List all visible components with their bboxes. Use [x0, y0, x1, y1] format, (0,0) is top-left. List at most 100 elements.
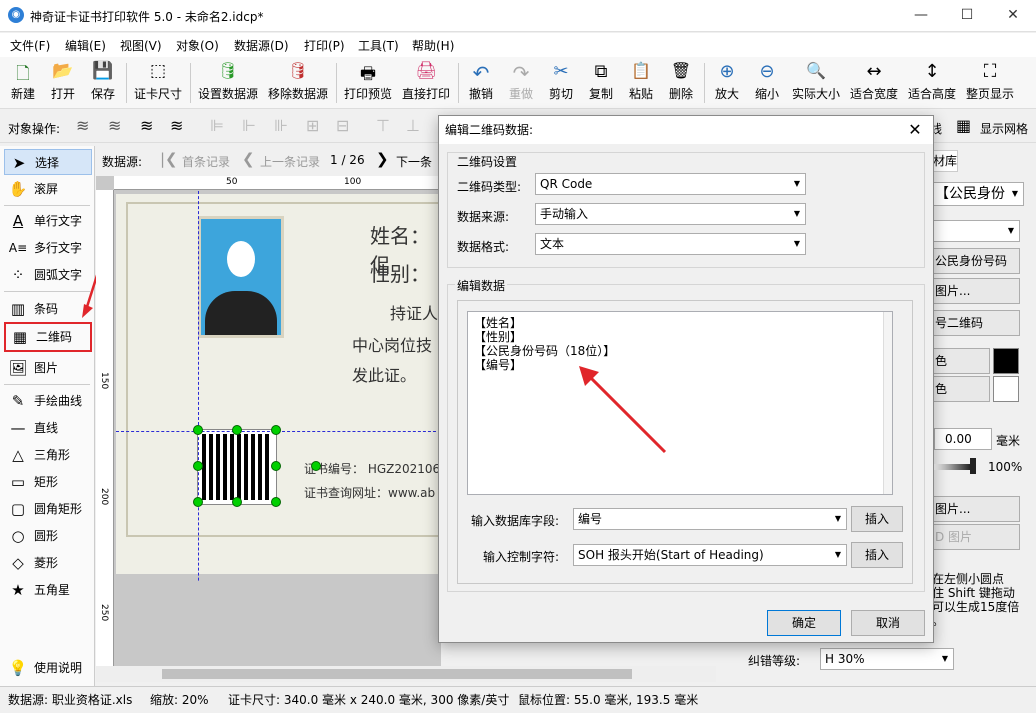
horizontal-scrollbar[interactable]: [96, 666, 716, 682]
layer-up-icon[interactable]: ≋: [76, 116, 89, 135]
help-button[interactable]: 💡 使用说明: [4, 655, 92, 681]
tool-single-line-text[interactable]: A 单行文字: [4, 208, 92, 234]
resize-handle[interactable]: [271, 497, 281, 507]
cert-body-line2[interactable]: 发此证。: [352, 362, 416, 386]
tool-freehand[interactable]: ✎ 手绘曲线: [4, 388, 92, 414]
undo-button[interactable]: ↶ 撤销: [466, 61, 496, 102]
grid-icon[interactable]: ▦: [956, 116, 971, 135]
insert-control-char-button[interactable]: 插入: [851, 542, 903, 568]
open-button[interactable]: 📂 打开: [48, 61, 78, 102]
cert-body-line1[interactable]: 中心岗位技: [352, 332, 432, 356]
first-record-button[interactable]: 首条记录: [182, 153, 230, 170]
next-record-icon[interactable]: ❯: [376, 150, 389, 168]
cert-gender-field[interactable]: 性别：: [370, 258, 430, 287]
cut-button[interactable]: ✂ 剪切: [546, 61, 576, 102]
rotate-handle[interactable]: [311, 461, 321, 471]
cert-holder-text[interactable]: 持证人: [390, 300, 438, 324]
minimize-button[interactable]: —: [898, 0, 944, 32]
error-correction-select[interactable]: H 30% ▼: [820, 648, 954, 670]
data-format-select[interactable]: 文本 ▼: [535, 233, 806, 255]
menu-file[interactable]: 文件(F): [10, 37, 50, 54]
align-middle-icon[interactable]: ⊥: [406, 116, 420, 135]
tab-material-library[interactable]: 材库: [930, 150, 958, 172]
fit-width-button[interactable]: ↔ 适合宽度: [848, 61, 900, 102]
direct-print-button[interactable]: 🖨 直接打印: [400, 61, 452, 102]
resize-handle[interactable]: [193, 461, 203, 471]
print-preview-button[interactable]: 🖶 打印预览: [342, 61, 394, 102]
menu-print[interactable]: 打印(P): [304, 37, 345, 54]
foreground-color-swatch[interactable]: [993, 348, 1019, 374]
redo-button[interactable]: ↷ 重做: [506, 61, 536, 102]
background-color-swatch[interactable]: [993, 376, 1019, 402]
resize-handle[interactable]: [193, 425, 203, 435]
tool-diamond[interactable]: ◇ 菱形: [4, 550, 92, 576]
set-datasource-button[interactable]: 🛢 设置数据源: [196, 61, 260, 102]
tool-arc-text[interactable]: ⁘ 圆弧文字: [4, 262, 92, 288]
spacing-icon[interactable]: ⊟: [336, 116, 349, 135]
qr-content-textarea[interactable]: 【姓名】 【性别】 【公民身份号码（18位）】 【编号】: [467, 311, 893, 495]
scrollbar-thumb[interactable]: [162, 669, 632, 679]
next-record-button[interactable]: 下一条: [396, 153, 432, 170]
property-combo[interactable]: ▼: [930, 220, 1020, 242]
zoom-in-button[interactable]: ⊕ 放大: [712, 61, 742, 102]
resize-handle[interactable]: [271, 425, 281, 435]
fit-height-button[interactable]: ↕ 适合高度: [906, 61, 958, 102]
photo[interactable]: [198, 216, 284, 338]
close-icon[interactable]: ✕: [903, 118, 927, 142]
db-field-select[interactable]: 编号 ▼: [573, 508, 847, 530]
fit-page-button[interactable]: ⛶ 整页显示: [964, 61, 1016, 102]
qr-code[interactable]: [197, 429, 277, 505]
tool-star[interactable]: ★ 五角星: [4, 577, 92, 603]
prev-record-button[interactable]: 上一条记录: [260, 153, 320, 170]
close-window-button[interactable]: ✕: [990, 0, 1036, 32]
layer-down-icon[interactable]: ≋: [108, 116, 121, 135]
prev-record-icon[interactable]: ❮: [242, 150, 255, 168]
maximize-button[interactable]: ☐: [944, 0, 990, 32]
control-char-select[interactable]: SOH 报头开始(Start of Heading) ▼: [573, 544, 847, 566]
layer-bottom-icon[interactable]: ≋: [170, 116, 183, 135]
new-button[interactable]: 🗋 新建: [8, 61, 38, 102]
menu-help[interactable]: 帮助(H): [412, 37, 454, 54]
tool-multiline-text[interactable]: A≡ 多行文字: [4, 235, 92, 261]
resize-handle[interactable]: [232, 425, 242, 435]
align-top-icon[interactable]: ⊤: [376, 116, 390, 135]
textarea-scrollbar[interactable]: [883, 312, 892, 494]
field-combo[interactable]: 【公民身份 ▼: [930, 182, 1024, 206]
menu-view[interactable]: 视图(V): [120, 37, 162, 54]
resize-handle[interactable]: [271, 461, 281, 471]
paste-button[interactable]: 📋 粘贴: [626, 61, 656, 102]
menu-tools[interactable]: 工具(T): [358, 37, 399, 54]
align-center-icon[interactable]: ⊩: [242, 116, 256, 135]
align-left-icon[interactable]: ⊫: [210, 116, 224, 135]
cert-number-field[interactable]: 证书编号： HGZ202106: [304, 460, 440, 477]
tool-rounded-rect[interactable]: ▢ 圆角矩形: [4, 496, 92, 522]
opacity-slider-thumb[interactable]: [970, 458, 976, 474]
background-color-button[interactable]: 色: [930, 376, 990, 402]
distribute-icon[interactable]: ⊞: [306, 116, 319, 135]
qr-type-select[interactable]: QR Code ▼: [535, 173, 806, 195]
menu-edit[interactable]: 编辑(E): [65, 37, 106, 54]
insert-field-button[interactable]: 插入: [851, 506, 903, 532]
copy-button[interactable]: ⧉ 复制: [586, 61, 616, 102]
zoom-out-button[interactable]: ⊖ 缩小: [752, 61, 782, 102]
save-button[interactable]: 💾 保存: [88, 61, 118, 102]
insert-id-field-button[interactable]: 公民身份号码: [930, 248, 1020, 274]
image-select-button[interactable]: 图片...: [930, 496, 1020, 522]
tool-line[interactable]: — 直线: [4, 415, 92, 441]
data-source-select[interactable]: 手动输入 ▼: [535, 203, 806, 225]
actual-size-button[interactable]: 🔍 实际大小: [790, 61, 842, 102]
first-record-icon[interactable]: |❮: [160, 150, 178, 168]
tool-qrcode[interactable]: ▦ 二维码: [4, 322, 92, 352]
image-clear-button[interactable]: D 图片: [930, 524, 1020, 550]
tool-pan[interactable]: ✋ 滚屏: [4, 176, 92, 202]
tool-image[interactable]: 🖼 图片: [4, 355, 92, 381]
tool-circle[interactable]: ○ 圆形: [4, 523, 92, 549]
resize-handle[interactable]: [232, 497, 242, 507]
remove-datasource-button[interactable]: 🛢 移除数据源: [266, 61, 330, 102]
layer-top-icon[interactable]: ≋: [140, 116, 153, 135]
foreground-color-button[interactable]: 色: [930, 348, 990, 374]
insert-qrcode-button[interactable]: 号二维码: [930, 310, 1020, 336]
tool-triangle[interactable]: △ 三角形: [4, 442, 92, 468]
show-grid-label[interactable]: 显示网格: [980, 120, 1028, 137]
insert-image-button[interactable]: 图片...: [930, 278, 1020, 304]
